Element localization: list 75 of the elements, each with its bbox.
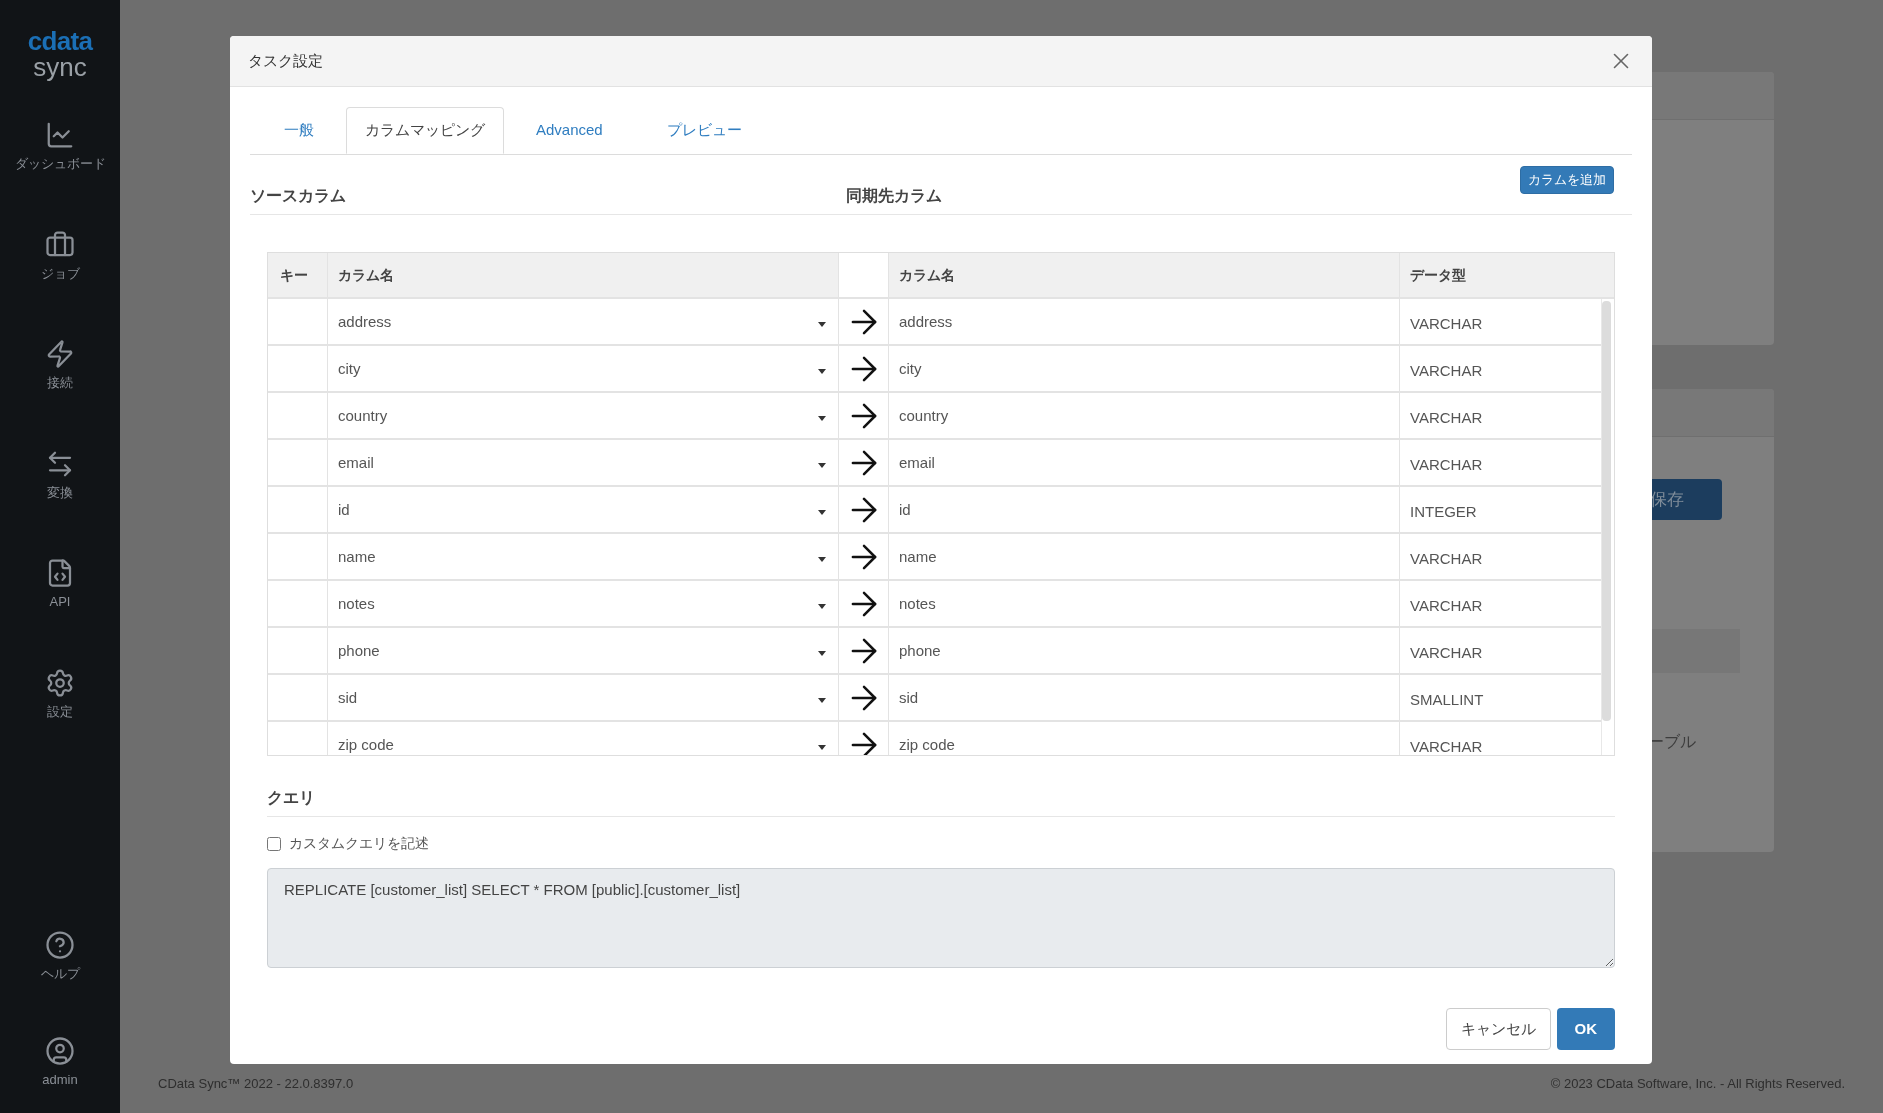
column-header: キー	[268, 253, 328, 297]
product-name: sync	[33, 54, 87, 80]
source-column-select[interactable]: zip code	[328, 722, 839, 755]
version-text: CData Sync™ 2022 - 22.0.8397.0	[158, 1075, 354, 1094]
target-column-cell: city	[889, 346, 1400, 391]
data-type-cell-text: VARCHAR	[1409, 643, 1484, 663]
source-column-select[interactable]: city	[328, 346, 839, 391]
section-heading: 同期先カラム	[846, 186, 942, 206]
target-column-cell: notes	[889, 581, 1400, 626]
custom-query-checkbox[interactable]	[267, 836, 281, 851]
source-column-select[interactable]: sid	[328, 675, 839, 720]
caret-icon	[818, 463, 826, 468]
tab[interactable]: 一般	[252, 107, 346, 154]
target-column-cell: name	[889, 534, 1400, 579]
caret-icon	[818, 322, 826, 327]
target-column-cell: country	[889, 393, 1400, 438]
sidebar-item[interactable]: ヘルプ	[0, 922, 120, 992]
source-column-select[interactable]: name	[328, 534, 839, 579]
data-type-cell-text: VARCHAR	[1409, 596, 1484, 616]
target-column-cell: phone	[889, 628, 1400, 673]
section-heading: クエリ	[267, 789, 315, 806]
source-column-select[interactable]: notes	[328, 581, 839, 626]
source-column-select[interactable]: phone	[328, 628, 839, 673]
ok-button[interactable]: OK	[1556, 1008, 1615, 1050]
source-column-select[interactable]: email	[328, 440, 839, 485]
source-column-select[interactable]: address	[328, 299, 839, 344]
data-type-cell-text: VARCHAR	[1409, 314, 1484, 334]
target-column-cell: sid	[889, 675, 1400, 720]
caret-icon	[818, 651, 826, 656]
tab[interactable]: カラムマッピング	[346, 107, 504, 154]
data-type-cell-text: VARCHAR	[1409, 361, 1484, 381]
chart-icon	[45, 120, 75, 150]
sidebar-item[interactable]: API	[0, 550, 120, 620]
data-type-cell-text: VARCHAR	[1409, 549, 1484, 569]
data-type-cell-text: VARCHAR	[1409, 408, 1484, 428]
checkbox-label: カスタムクエリを記述	[289, 834, 429, 853]
cancel-button[interactable]: キャンセル	[1445, 1008, 1551, 1050]
settings-icon	[45, 667, 75, 698]
caret-icon	[818, 698, 826, 703]
data-type-cell-text: VARCHAR	[1409, 455, 1484, 475]
caret-icon	[818, 745, 826, 750]
caret-icon	[818, 369, 826, 374]
tab[interactable]: Advanced	[504, 107, 635, 154]
data-type-cell-text: SMALLINT	[1409, 690, 1485, 710]
logo: cdata	[27, 28, 93, 54]
help-icon	[45, 930, 75, 960]
caret-icon	[818, 416, 826, 421]
data-type-cell-text: VARCHAR	[1409, 737, 1484, 755]
section-heading: ソースカラム	[250, 186, 347, 206]
lightning-icon	[45, 339, 75, 369]
target-column-cell: email	[889, 440, 1400, 485]
copyright-text: © 2023 CData Software, Inc. - All Rights Reserved.	[1550, 1075, 1845, 1094]
sidebar-item[interactable]: 設定	[0, 659, 120, 729]
target-column-cell: address	[889, 299, 1400, 344]
scrollbar[interactable]	[1602, 301, 1611, 721]
sidebar-item[interactable]: ダッシュボード	[0, 112, 120, 182]
dialog-title: タスク設定	[248, 50, 323, 71]
target-column-cell: id	[889, 487, 1400, 532]
source-column-select[interactable]: id	[328, 487, 839, 532]
source-column-select[interactable]: country	[328, 393, 839, 438]
caret-icon	[818, 510, 826, 515]
data-type-cell-text: INTEGER	[1409, 502, 1478, 522]
sidebar-item[interactable]: admin	[0, 1027, 120, 1097]
user-icon	[45, 1035, 75, 1066]
target-column-cell: zip code	[889, 722, 1400, 755]
sidebar-item[interactable]: 接続	[0, 331, 120, 401]
sidebar-item[interactable]: ジョブ	[0, 221, 120, 291]
caret-icon	[818, 604, 826, 609]
caret-icon	[818, 557, 826, 562]
column-header: データ型	[1409, 265, 1467, 285]
sidebar-item[interactable]: 変換	[0, 440, 120, 510]
column-header: カラム名	[889, 253, 1400, 297]
add-column-button[interactable]: カラムを追加	[1520, 166, 1614, 194]
tab[interactable]: プレビュー	[634, 107, 774, 154]
query-field[interactable]: REPLICATE [customer_list] SELECT * FROM [public].[customer_list]	[267, 868, 1615, 968]
